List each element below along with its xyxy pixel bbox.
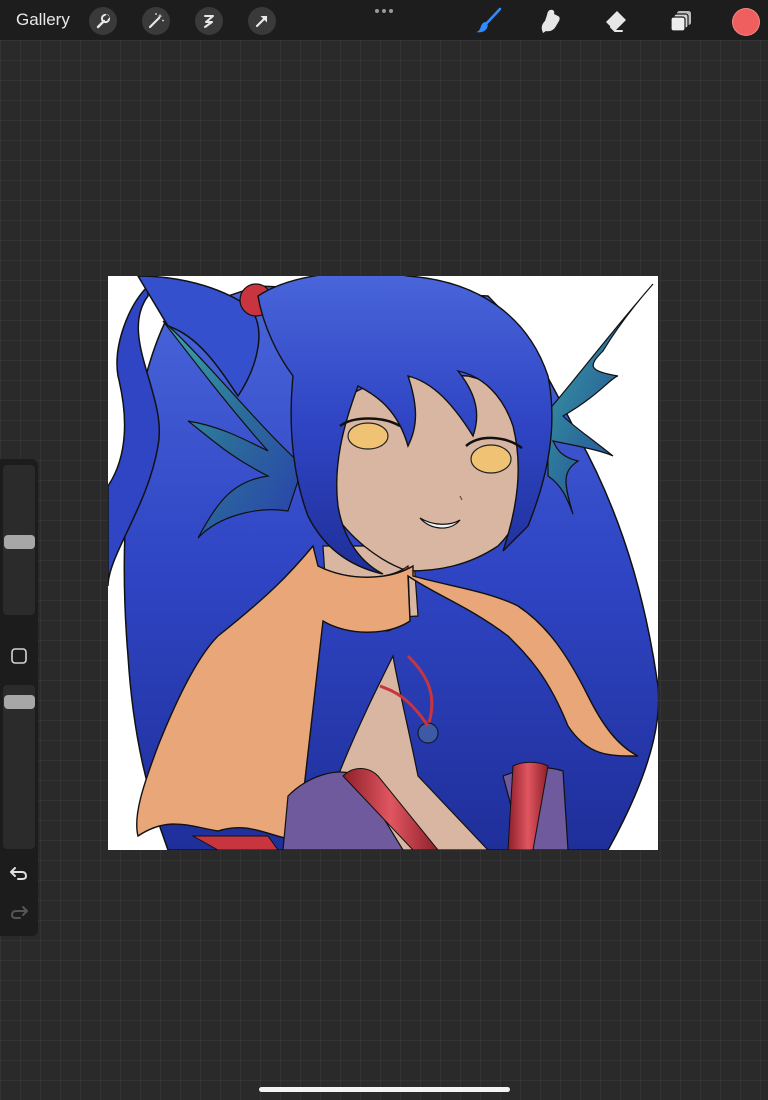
smudge-icon	[541, 9, 560, 33]
right-eye	[470, 444, 512, 474]
drawing-canvas[interactable]	[108, 276, 658, 850]
side-toolbar	[0, 459, 38, 936]
home-indicator[interactable]	[259, 1087, 510, 1092]
top-toolbar: Gallery	[0, 0, 768, 40]
eraser-icon	[606, 11, 626, 32]
color-picker-button[interactable]	[732, 8, 760, 36]
selection-icon	[204, 15, 214, 28]
smudge-tool-button[interactable]	[536, 5, 568, 37]
magic-wand-icon	[148, 13, 164, 29]
more-options-icon[interactable]	[372, 4, 396, 16]
undo-icon[interactable]	[8, 862, 30, 884]
character-artwork	[108, 276, 658, 850]
gallery-button[interactable]: Gallery	[16, 10, 70, 30]
eraser-tool-button[interactable]	[600, 5, 632, 37]
modify-square-icon[interactable]	[10, 647, 28, 665]
opacity-thumb[interactable]	[4, 695, 35, 709]
layers-icon	[670, 11, 691, 32]
wrench-icon	[96, 13, 111, 29]
selection-button[interactable]	[195, 7, 223, 35]
transform-arrow-icon	[255, 15, 268, 28]
brush-icon	[476, 7, 502, 33]
left-eye	[347, 422, 389, 450]
paint-tool-button[interactable]	[472, 5, 504, 37]
transform-button[interactable]	[248, 7, 276, 35]
layers-button[interactable]	[665, 5, 697, 37]
redo-icon[interactable]	[8, 901, 30, 923]
opacity-slider[interactable]	[3, 685, 35, 849]
actions-button[interactable]	[89, 7, 117, 35]
brush-size-thumb[interactable]	[4, 535, 35, 549]
adjustments-button[interactable]	[142, 7, 170, 35]
